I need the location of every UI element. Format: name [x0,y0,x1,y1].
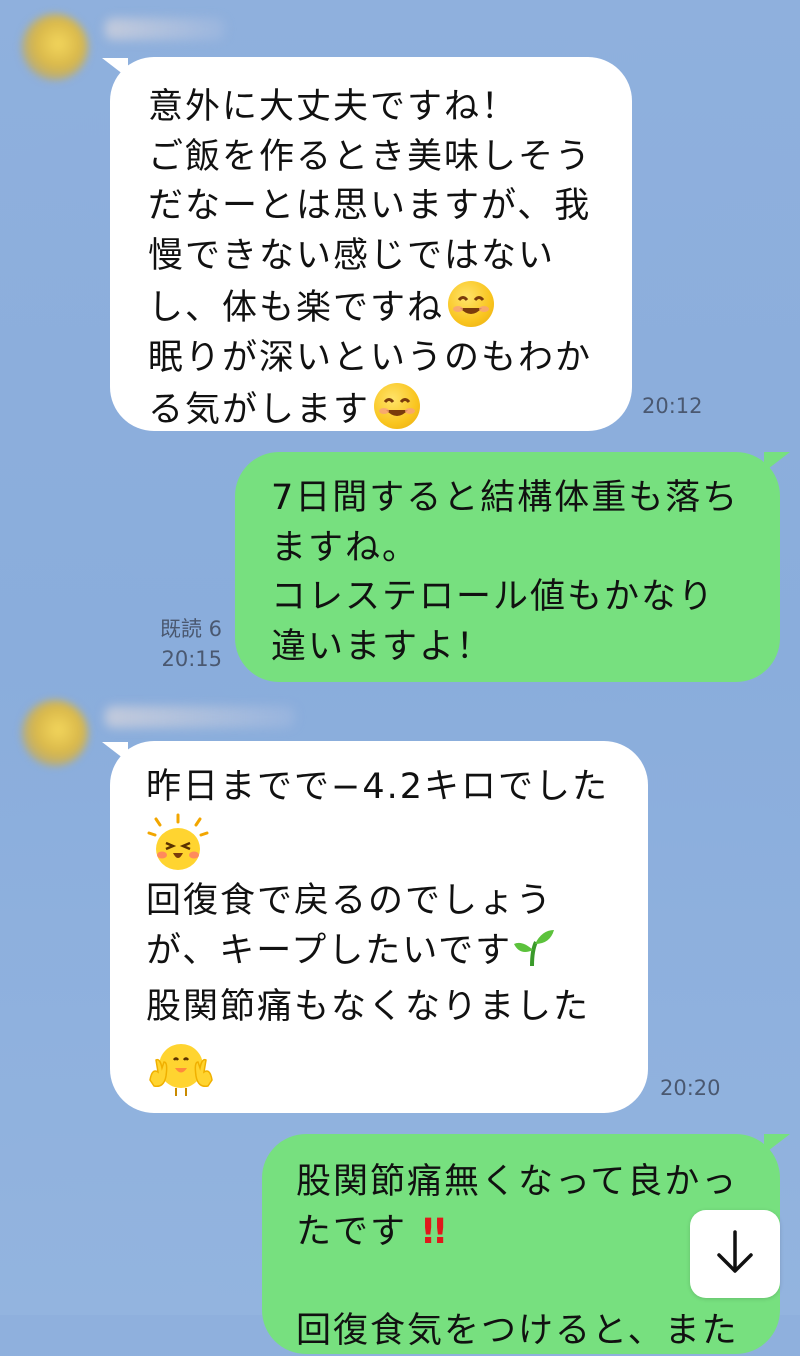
scroll-to-bottom-button[interactable] [690,1210,780,1298]
incoming-message-bubble[interactable]: 意外に大丈夫ですね！ ご飯を作るとき美味しそう だなーとは思いますが、我 慢でき… [110,57,632,431]
message-line: 昨日までで−4.2キロでした [146,763,648,813]
double-exclamation-emoji: !! [420,1212,444,1252]
chick-sticker-peace-icon [146,1032,216,1098]
read-receipt: 既読 6 20:15 [130,614,222,674]
outgoing-message-bubble[interactable]: 7日間すると結構体重も落ち ますね。 コレステロール値もかなり 違いますよ！ [235,452,780,682]
message-line: 股関節痛無くなって良かっ [296,1158,780,1208]
message-line-wrap: が、キープしたいです [146,926,648,983]
chick-sticker-happy-icon [146,813,210,873]
sender-avatar[interactable] [22,14,88,80]
seedling-emoji-icon [512,926,556,983]
incoming-message-bubble[interactable]: 昨日までで−4.2キロでした 回復食で戻るのでしょう が、キープしたいです 股関… [110,741,648,1113]
message-line: が、キープしたいです [146,931,512,971]
message-timestamp: 20:15 [130,644,222,674]
message-line: 回復食気をつけると、また [296,1307,780,1356]
smiling-face-emoji-icon [374,383,420,429]
read-count-label: 既読 6 [130,614,222,644]
smiling-face-emoji-icon [448,281,494,327]
arrow-down-icon [713,1228,757,1280]
bubble-tail [764,1134,790,1154]
sender-avatar[interactable] [22,700,88,766]
message-line: 意外に大丈夫ですね！ [148,83,632,133]
message-line: ますね。 [271,524,780,574]
message-line-wrap: し、体も楽ですね [148,281,632,334]
message-line: 股関節痛もなくなりました [146,983,648,1033]
message-line: 回復食で戻るのでしょう [146,877,648,927]
message-line: 慢できない感じではない [148,232,632,282]
message-line: たです [296,1212,407,1252]
message-line: る気がします [148,390,370,430]
message-line: 7日間すると結構体重も落ち [271,474,780,524]
message-line: だなーとは思いますが、我 [148,182,632,232]
message-line: し、体も楽ですね [148,288,444,328]
message-timestamp: 20:20 [660,1076,721,1100]
message-line: ご飯を作るとき美味しそう [148,133,632,183]
message-line: 眠りが深いというのもわか [148,334,632,384]
message-line: 違いますよ！ [271,623,780,673]
sticker-line [146,813,648,877]
sender-name-blurred [105,18,225,40]
message-timestamp: 20:12 [642,394,703,418]
message-line-wrap: る気がします [148,383,632,436]
message-line: コレステロール値もかなり [271,573,780,623]
sender-name-blurred [105,706,295,728]
bubble-tail [764,452,790,472]
sticker-line [146,1032,648,1102]
